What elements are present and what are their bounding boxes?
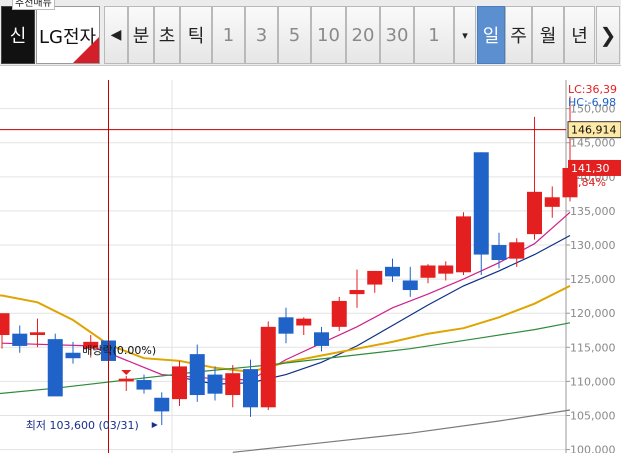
period-month-label: 월 xyxy=(539,26,557,47)
period-second-button[interactable]: 초 xyxy=(154,6,180,64)
y-tick-label: 130,000 xyxy=(570,239,616,252)
chevron-down-icon: ▾ xyxy=(462,28,468,42)
period-year-label: 년 xyxy=(571,26,588,47)
period-tick-button[interactable]: 틱 xyxy=(180,6,212,64)
period-month-button[interactable]: 월 xyxy=(532,6,564,64)
candle-body xyxy=(456,216,471,273)
candle-body xyxy=(527,191,542,235)
count-input[interactable]: 1 xyxy=(414,6,454,64)
candle-body xyxy=(243,369,258,408)
candle-body xyxy=(367,270,383,285)
period-week-label: 주 xyxy=(510,26,527,47)
candle-body xyxy=(260,326,276,408)
y-tick-label: 115,000 xyxy=(570,341,616,354)
period-minute-label: 분 xyxy=(132,26,150,47)
candle-body xyxy=(47,339,63,397)
candle-body xyxy=(473,152,489,255)
nav-left-button[interactable]: ◀ xyxy=(104,6,128,64)
period-tick-label: 틱 xyxy=(187,26,205,47)
chevron-right-icon: ❯ xyxy=(599,23,617,47)
candle-body xyxy=(402,280,418,291)
candle-body xyxy=(509,242,525,259)
recommend-menu-tab[interactable]: 추천매뉴 xyxy=(12,0,55,10)
interval-5-button[interactable]: 5 xyxy=(278,6,311,64)
period-second-label: 초 xyxy=(158,26,176,47)
candle-body xyxy=(225,373,241,396)
y-tick-label: 120,000 xyxy=(570,307,616,320)
candlestick-chart[interactable]: 150,000145,000140,000135,000130,000125,0… xyxy=(0,80,621,453)
candle-body xyxy=(349,290,365,295)
candle-body xyxy=(420,265,436,278)
hc-label: HC:-6,98 xyxy=(568,96,616,109)
current-price-label: 141,30 xyxy=(571,162,610,175)
lowest-price-label: 최저 103,600 (03/31) xyxy=(26,419,139,432)
period-week-button[interactable]: 주 xyxy=(505,6,532,64)
candle-body xyxy=(296,318,312,326)
interval-30-label: 30 xyxy=(385,24,409,46)
count-value: 1 xyxy=(428,24,440,46)
interval-30-button[interactable]: 30 xyxy=(380,6,414,64)
interval-1-button[interactable]: 1 xyxy=(212,6,245,64)
candle-body xyxy=(30,332,45,336)
period-day-label: 일 xyxy=(482,26,500,47)
candle-body xyxy=(385,266,400,277)
y-tick-label: 105,000 xyxy=(570,409,616,422)
candle-body xyxy=(278,317,294,334)
y-tick-label: 135,000 xyxy=(570,205,616,218)
candle-body xyxy=(314,332,329,346)
stock-name-field[interactable]: LG전자 xyxy=(36,6,100,64)
y-tick-label: 145,000 xyxy=(570,137,616,150)
period-minute-button[interactable]: 분 xyxy=(128,6,154,64)
interval-20-button[interactable]: 20 xyxy=(346,6,380,64)
mode-toggle-button[interactable]: 신 xyxy=(1,6,35,64)
candle-body xyxy=(154,397,170,412)
y-tick-label: 125,000 xyxy=(570,273,616,286)
arrow-left-icon: ◀ xyxy=(110,27,122,43)
count-dropdown-button[interactable]: ▾ xyxy=(454,6,476,64)
period-year-button[interactable]: 년 xyxy=(564,6,595,64)
candle-body xyxy=(189,354,205,396)
y-tick-label: 100,000 xyxy=(570,444,616,453)
flag-corner-icon xyxy=(73,37,99,63)
candle-body xyxy=(65,352,81,359)
interval-1-label: 1 xyxy=(222,24,235,46)
candle-body xyxy=(544,197,560,207)
candle-body xyxy=(331,300,347,327)
candle-body xyxy=(12,333,28,346)
mode-label: 신 xyxy=(9,26,27,47)
lc-label: LC:36,39 xyxy=(568,83,617,96)
period-day-button[interactable]: 일 xyxy=(477,6,505,64)
chart-toolbar: 신 LG전자 추천매뉴 ◀ 분 초 틱 1 3 5 10 20 30 1 ▾ 일… xyxy=(0,0,621,66)
candle-body xyxy=(207,374,223,394)
interval-5-label: 5 xyxy=(288,24,301,46)
candle-body xyxy=(136,380,152,390)
candle-body xyxy=(0,313,10,336)
nav-right-button[interactable]: ❯ xyxy=(596,6,620,64)
interval-3-label: 3 xyxy=(255,24,268,46)
candle-body xyxy=(491,245,507,261)
crosshair-price-label: 146,914 xyxy=(571,124,617,137)
change-percent-label: 2,84% xyxy=(571,176,606,189)
y-tick-label: 110,000 xyxy=(570,375,616,388)
interval-10-label: 10 xyxy=(317,24,340,46)
candle-body xyxy=(118,378,134,382)
ex-dividend-label: 배당락(0.00%) xyxy=(82,344,156,357)
interval-3-button[interactable]: 3 xyxy=(245,6,278,64)
candle-body xyxy=(172,366,187,400)
interval-20-label: 20 xyxy=(351,24,375,46)
interval-10-button[interactable]: 10 xyxy=(311,6,346,64)
candle-body xyxy=(438,265,454,274)
